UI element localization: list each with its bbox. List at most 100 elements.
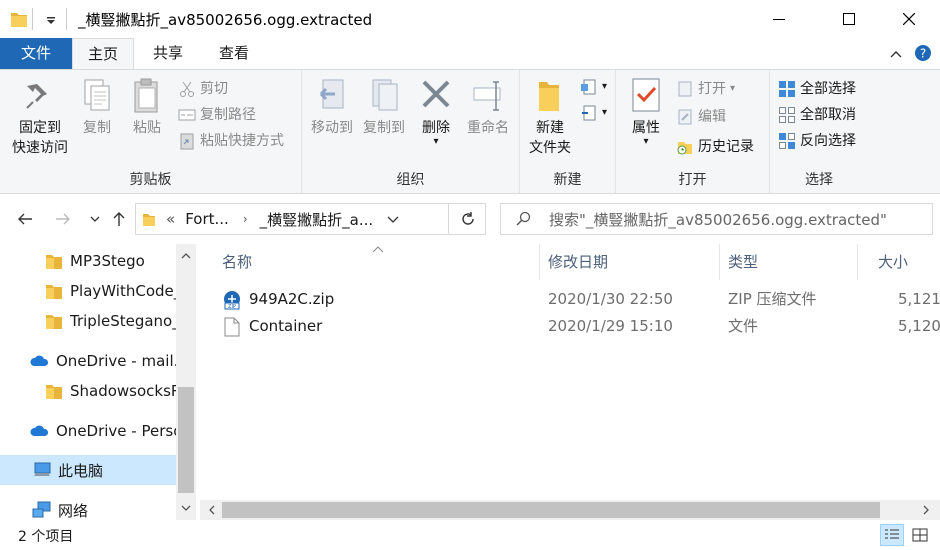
select-none-label: 全部取消 [800,107,856,123]
up-button[interactable] [108,208,130,230]
copy-path-label: 复制路径 [200,107,256,123]
pin-to-quick-access-button[interactable]: 固定到 快速访问 [6,76,74,158]
scroll-up-icon[interactable] [176,246,196,266]
title-bar: _横豎撇點折_av85002656.ogg.extracted [0,0,940,38]
search-box[interactable]: 搜索"_横豎撇點折_av85002656.ogg.extracted" [500,203,933,235]
file-list-horizontal-scrollbar[interactable] [200,500,940,520]
properties-button[interactable]: 属性 ▾ [624,76,668,147]
help-icon[interactable]: ? [914,44,932,66]
nav-item-mp3stego[interactable]: MP3Stego [0,246,176,276]
nav-scroll-thumb[interactable] [178,387,194,493]
folder-icon [10,9,28,29]
column-header-name[interactable]: 名称 [200,244,540,280]
quick-access-dropdown-icon[interactable] [44,9,58,29]
minimize-button[interactable] [756,0,802,38]
open-button[interactable]: 打开 ▾ [676,78,735,100]
invert-selection-button[interactable]: 反向选择 [778,130,856,152]
recent-locations-button[interactable] [84,208,106,230]
scroll-left-icon[interactable] [202,500,222,520]
computer-icon [34,462,51,476]
back-button[interactable] [14,208,36,230]
file-list: 名称 修改日期 类型 大小 ZIP 949A2C.zip 2020/1/30 2… [200,244,940,520]
nav-item-label: OneDrive - Perso [56,422,176,440]
scroll-right-icon[interactable] [916,500,936,520]
file-type: ZIP 压缩文件 [728,290,817,308]
nav-item-triplestegano[interactable]: TripleStegano_ [0,306,176,336]
paste-button[interactable]: 粘贴 [126,76,168,138]
nav-item-label: 此电脑 [58,461,104,480]
rename-button[interactable]: 重命名 [460,76,516,138]
history-button[interactable]: 历史记录 [676,136,754,158]
rename-label: 重命名 [467,120,509,136]
move-to-label: 移动到 [311,120,353,136]
close-button[interactable] [886,0,932,38]
nav-item-shadowsocksr[interactable]: ShadowsocksR [0,376,176,406]
copy-path-button[interactable]: 复制路径 [178,104,256,126]
breadcrumb-item[interactable]: _横豎撇點折_a... [260,209,374,230]
breadcrumb-separator-icon[interactable]: › [243,212,248,226]
select-all-button[interactable]: 全部选择 [778,78,856,100]
breadcrumb-item[interactable]: Fort... [185,210,229,228]
pin-label-line2: 快速访问 [12,140,68,156]
large-icons-view-button[interactable] [908,524,932,546]
copy-to-button[interactable]: 复制到 [358,76,410,138]
details-view-icon [885,529,899,539]
file-type: 文件 [728,317,759,335]
delete-dropdown-icon[interactable]: ▾ [416,137,456,147]
new-item-button[interactable]: ▾ [580,76,607,98]
address-bar[interactable]: « Fort... › _横豎撇點折_a... [135,203,486,235]
folder-icon [46,385,62,399]
onedrive-cloud-icon [30,355,49,366]
network-icon [32,501,51,518]
details-view-button[interactable] [880,524,904,546]
nav-item-playwithcode[interactable]: PlayWithCode_ [0,276,176,306]
horizontal-scroll-thumb[interactable] [222,502,880,518]
nav-pane-scrollbar[interactable] [176,244,196,520]
collapse-ribbon-icon[interactable] [890,47,902,63]
select-none-icon [779,107,795,123]
new-group-label: 新建 [553,172,582,188]
scroll-down-icon[interactable] [176,498,196,518]
table-row[interactable]: Container 2020/1/29 15:10 文件 5,120 [200,313,940,340]
easy-access-button[interactable]: ▾ [580,102,607,124]
nav-item-network[interactable]: 网络 [0,495,176,520]
refresh-icon [461,212,474,225]
address-dropdown-icon[interactable] [387,210,399,228]
paste-shortcut-button[interactable]: 粘贴快捷方式 [178,130,284,152]
ribbon: 固定到 快速访问 复制 粘贴 剪切 复制路径 粘贴快捷方式 剪贴板 移动到 复制… [0,69,940,194]
column-header-size[interactable]: 大小 [856,244,940,280]
refresh-button[interactable] [448,203,486,235]
maximize-button[interactable] [826,0,872,38]
paste-shortcut-label: 粘贴快捷方式 [200,133,284,149]
forward-button[interactable] [52,208,74,230]
search-icon [516,211,531,226]
invert-selection-label: 反向选择 [800,133,856,149]
copy-label: 复制 [83,120,111,136]
tab-home[interactable]: 主页 [72,38,134,69]
clipboard-group-label: 剪贴板 [129,172,172,188]
column-header-date[interactable]: 修改日期 [526,244,720,280]
organize-group: 移动到 复制到 删除 ▾ 重命名 组织 [302,70,520,193]
table-row[interactable]: ZIP 949A2C.zip 2020/1/30 22:50 ZIP 压缩文件 … [200,286,940,313]
svg-text:ZIP: ZIP [228,304,236,310]
delete-x-icon [422,80,450,108]
new-folder-button[interactable]: 新建 文件夹 [522,76,578,158]
tab-share[interactable]: 共享 [138,38,198,69]
nav-item-label: PlayWithCode_ [70,282,176,300]
delete-button[interactable]: 删除 ▾ [416,76,456,147]
select-none-button[interactable]: 全部取消 [778,104,856,126]
edit-button[interactable]: 编辑 [676,106,726,128]
properties-dropdown-icon[interactable]: ▾ [624,137,668,147]
tab-view[interactable]: 查看 [204,38,264,69]
breadcrumb-overflow[interactable]: « [166,210,175,228]
move-to-button[interactable]: 移动到 [306,76,358,138]
folder-icon [143,214,155,226]
column-header-type[interactable]: 类型 [706,244,858,280]
nav-item-onedrive-personal[interactable]: OneDrive - Perso [0,416,176,446]
tab-file[interactable]: 文件 [0,38,72,69]
copy-button[interactable]: 复制 [76,76,118,138]
cut-button[interactable]: 剪切 [178,78,228,100]
nav-item-onedrive-mail[interactable]: OneDrive - mail.l [0,346,176,376]
nav-item-this-pc[interactable]: 此电脑 [0,455,176,485]
copy-to-icon [372,79,398,111]
